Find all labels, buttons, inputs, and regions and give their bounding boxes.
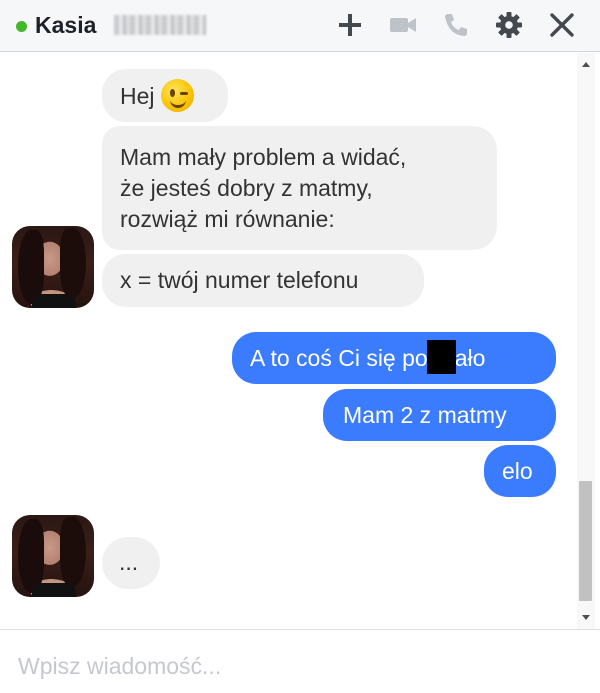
message-text: x = twój numer telefonu bbox=[120, 267, 359, 293]
outgoing-message: elo bbox=[484, 445, 556, 497]
message-text: Mam 2 z matmy bbox=[343, 402, 507, 428]
plus-icon bbox=[339, 14, 361, 36]
close-button[interactable] bbox=[546, 9, 578, 41]
typing-indicator: ... bbox=[102, 537, 160, 589]
message-text-before: A to coś Ci się po bbox=[250, 345, 428, 372]
close-icon bbox=[550, 13, 574, 37]
message-text: Mam mały problem a widać, że jesteś dobr… bbox=[120, 144, 407, 232]
scrollbar[interactable] bbox=[577, 53, 595, 629]
censor-bar bbox=[426, 340, 456, 374]
scroll-up-arrow-icon[interactable] bbox=[577, 57, 595, 73]
contact-name[interactable]: Kasia bbox=[35, 11, 96, 39]
message-list: Hej Mam mały problem a widać, że jesteś … bbox=[0, 53, 600, 629]
contact-avatar[interactable] bbox=[12, 226, 94, 308]
message-composer bbox=[0, 629, 600, 693]
phone-icon bbox=[445, 14, 467, 36]
incoming-message: x = twój numer telefonu bbox=[102, 254, 424, 307]
video-call-button[interactable] bbox=[387, 9, 419, 41]
incoming-message: Hej bbox=[102, 69, 228, 122]
outgoing-message: A to coś Ci się po ało bbox=[232, 332, 556, 384]
add-people-button[interactable] bbox=[334, 9, 366, 41]
typing-dots: ... bbox=[119, 549, 139, 575]
message-text: Hej bbox=[120, 83, 155, 109]
incoming-message: Mam mały problem a widać, że jesteś dobr… bbox=[102, 126, 497, 250]
options-button[interactable] bbox=[493, 9, 525, 41]
chat-header: Kasia bbox=[0, 0, 600, 52]
contact-avatar[interactable] bbox=[12, 515, 94, 597]
video-camera-icon bbox=[390, 18, 416, 32]
message-input[interactable] bbox=[18, 650, 578, 682]
online-status-dot bbox=[16, 21, 27, 32]
winking-face-icon bbox=[160, 79, 194, 113]
scroll-down-arrow-icon[interactable] bbox=[577, 609, 595, 625]
scroll-thumb[interactable] bbox=[579, 481, 592, 601]
outgoing-message: Mam 2 z matmy bbox=[323, 389, 556, 441]
message-text: elo bbox=[502, 458, 533, 484]
redacted-surname bbox=[114, 15, 206, 35]
message-text-after: ało bbox=[454, 345, 486, 372]
gear-icon bbox=[496, 12, 522, 38]
voice-call-button[interactable] bbox=[440, 9, 472, 41]
